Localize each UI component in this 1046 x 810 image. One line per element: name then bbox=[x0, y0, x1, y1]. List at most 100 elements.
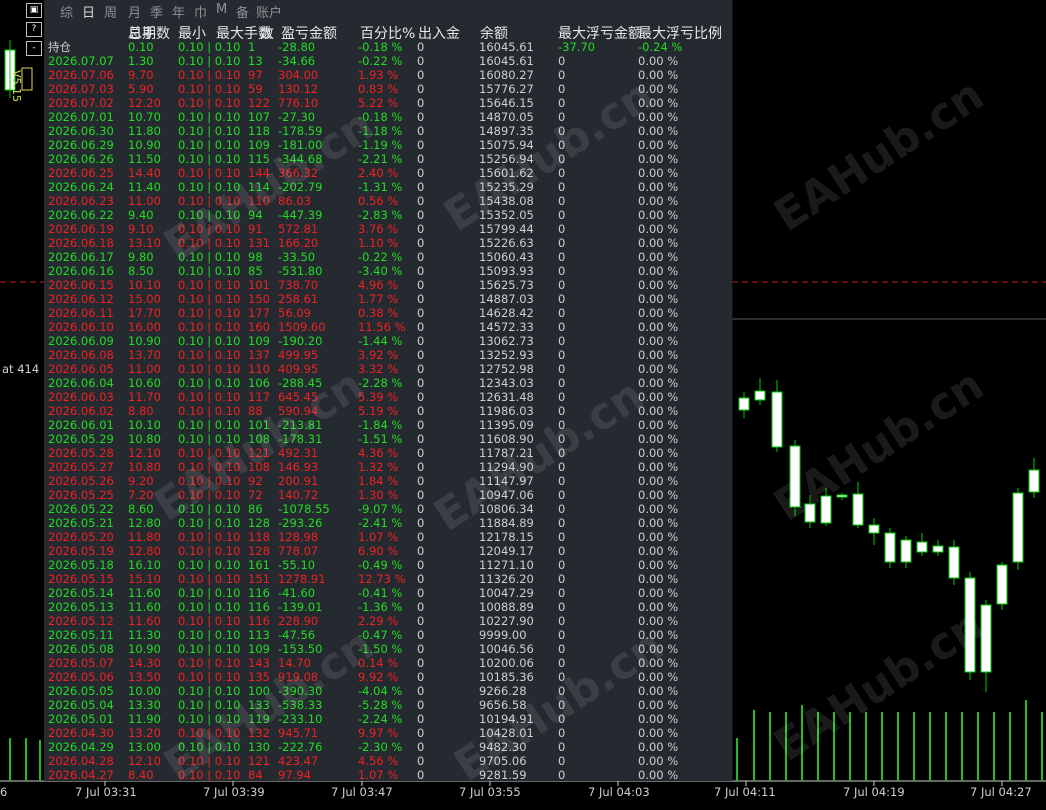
cell-max-float: 0 bbox=[558, 656, 566, 670]
cell-date: 2026.05.14 bbox=[48, 586, 114, 600]
cell-date: 2026.06.01 bbox=[48, 418, 114, 432]
cell-pct: 3.76 % bbox=[358, 222, 399, 236]
cell-max-float-pct: 0.00 % bbox=[638, 516, 679, 530]
cell-date: 2026.05.04 bbox=[48, 698, 114, 712]
tab-2[interactable]: 周 bbox=[104, 2, 117, 21]
tab-5[interactable]: 年 bbox=[172, 2, 185, 21]
cell-minmax: 0.10 | 0.10 bbox=[178, 110, 241, 124]
table-row: 2026.06.18 13.10 0.10 | 0.10 131 166.20 1.10 … bbox=[44, 236, 732, 250]
cell-pct: 11.56 % bbox=[358, 320, 406, 334]
cell-io: 0 bbox=[417, 152, 425, 166]
cell-count: 59 bbox=[248, 82, 263, 96]
cell-lots: 13.30 bbox=[128, 698, 161, 712]
cell-lots: 10.00 bbox=[128, 684, 161, 698]
cell-count: 101 bbox=[248, 278, 270, 292]
cell-max-float: 0 bbox=[558, 68, 566, 82]
cell-max-float: 0 bbox=[558, 376, 566, 390]
cell-max-float: 0 bbox=[558, 544, 566, 558]
cell-io: 0 bbox=[417, 684, 425, 698]
cell-max-float-pct: 0.00 % bbox=[638, 348, 679, 362]
cell-lots: 13.70 bbox=[128, 348, 161, 362]
cell-date: 2026.05.08 bbox=[48, 642, 114, 656]
cell-balance: 10088.89 bbox=[479, 600, 534, 614]
cell-max-float: 0 bbox=[558, 516, 566, 530]
cell-io: 0 bbox=[417, 96, 425, 110]
cell-lots: 11.60 bbox=[128, 614, 161, 628]
cell-pnl: -1078.55 bbox=[278, 502, 330, 516]
cell-max-float-pct: 0.00 % bbox=[638, 194, 679, 208]
cell-lots: 8.80 bbox=[128, 404, 154, 418]
cell-io: 0 bbox=[417, 670, 425, 684]
cell-io: 0 bbox=[417, 404, 425, 418]
cell-pct: 4.96 % bbox=[358, 278, 399, 292]
cell-minmax: 0.10 | 0.10 bbox=[178, 418, 241, 432]
tab-4[interactable]: 季 bbox=[150, 2, 163, 21]
cell-date: 2026.05.05 bbox=[48, 684, 114, 698]
cell-io: 0 bbox=[417, 68, 425, 82]
cell-lots: 10.90 bbox=[128, 642, 161, 656]
cell-balance: 14897.35 bbox=[479, 124, 534, 138]
time-label: 7 Jul 03:55 bbox=[459, 785, 521, 799]
cell-io: 0 bbox=[417, 530, 425, 544]
table-row: 2026.05.18 16.10 0.10 | 0.10 161 -55.10 -0.49… bbox=[44, 558, 732, 572]
cell-lots: 11.00 bbox=[128, 362, 161, 376]
cell-max-float-pct: 0.00 % bbox=[638, 768, 679, 781]
candle bbox=[948, 546, 960, 579]
cell-count: 131 bbox=[248, 236, 270, 250]
cell-balance: 15226.63 bbox=[479, 236, 534, 250]
candle bbox=[771, 391, 783, 448]
tab-9[interactable]: 账户 bbox=[256, 2, 282, 21]
cell-date: 2026.06.24 bbox=[48, 180, 114, 194]
table-row: 2026.06.17 9.80 0.10 | 0.10 98 -33.50 -0.22 %… bbox=[44, 250, 732, 264]
cell-max-float: 0 bbox=[558, 292, 566, 306]
cell-max-float-pct: 0.00 % bbox=[638, 124, 679, 138]
help-icon[interactable]: ? bbox=[26, 22, 42, 37]
cell-io: 0 bbox=[417, 600, 425, 614]
cell-pnl: -27.30 bbox=[278, 110, 316, 124]
cell-date: 2026.05.20 bbox=[48, 530, 114, 544]
cell-max-float-pct: 0.00 % bbox=[638, 502, 679, 516]
copy-icon[interactable]: ▣ bbox=[26, 3, 42, 18]
tab-7[interactable]: M bbox=[216, 2, 227, 17]
cell-count: 137 bbox=[248, 348, 270, 362]
cell-minmax: 0.10 | 0.10 bbox=[178, 390, 241, 404]
cell-max-float-pct: 0.00 % bbox=[638, 418, 679, 432]
cell-date: 2026.05.15 bbox=[48, 572, 114, 586]
cell-pnl: -55.10 bbox=[278, 558, 316, 572]
cell-balance: 11326.20 bbox=[479, 572, 534, 586]
cell-lots: 10.90 bbox=[128, 138, 161, 152]
cell-pct: -0.22 % bbox=[358, 250, 403, 264]
cell-pnl: 200.91 bbox=[278, 474, 319, 488]
header-balance: 余额 bbox=[480, 26, 508, 42]
cell-max-float-pct: 0.00 % bbox=[638, 152, 679, 166]
cell-pnl: -222.76 bbox=[278, 740, 323, 754]
cell-date: 2026.05.29 bbox=[48, 432, 114, 446]
cell-balance: 16045.61 bbox=[479, 40, 534, 54]
cell-io: 0 bbox=[417, 544, 425, 558]
cell-lots: 13.20 bbox=[128, 726, 161, 740]
cell-max-float-pct: 0.00 % bbox=[638, 292, 679, 306]
cell-balance: 16080.27 bbox=[479, 68, 534, 82]
cell-count: 116 bbox=[248, 614, 270, 628]
tab-1[interactable]: 日 bbox=[82, 2, 95, 21]
cell-lots: 10.10 bbox=[128, 418, 161, 432]
cell-lots: 11.60 bbox=[128, 600, 161, 614]
cell-minmax: 0.10 | 0.10 bbox=[178, 152, 241, 166]
tab-0[interactable]: 综 bbox=[60, 2, 73, 21]
cell-balance: 10047.29 bbox=[479, 586, 534, 600]
cell-max-float-pct: 0.00 % bbox=[638, 600, 679, 614]
tab-6[interactable]: 巾 bbox=[194, 2, 207, 21]
cell-max-float-pct: 0.00 % bbox=[638, 320, 679, 334]
cell-balance: 15625.73 bbox=[479, 278, 534, 292]
cell-io: 0 bbox=[417, 278, 425, 292]
cell-minmax: 0.10 | 0.10 bbox=[178, 68, 241, 82]
table-row: 2026.06.05 11.00 0.10 | 0.10 110 409.95 3.32 … bbox=[44, 362, 732, 376]
cell-pnl: 128.98 bbox=[278, 530, 319, 544]
tab-3[interactable]: 月 bbox=[128, 2, 141, 21]
cell-date: 2026.07.03 bbox=[48, 82, 114, 96]
tab-8[interactable]: 备 bbox=[236, 2, 249, 21]
cell-pct: 3.92 % bbox=[358, 348, 399, 362]
cell-minmax: 0.10 | 0.10 bbox=[178, 138, 241, 152]
collapse-icon[interactable]: - bbox=[26, 41, 42, 56]
cell-pnl: -33.50 bbox=[278, 250, 316, 264]
